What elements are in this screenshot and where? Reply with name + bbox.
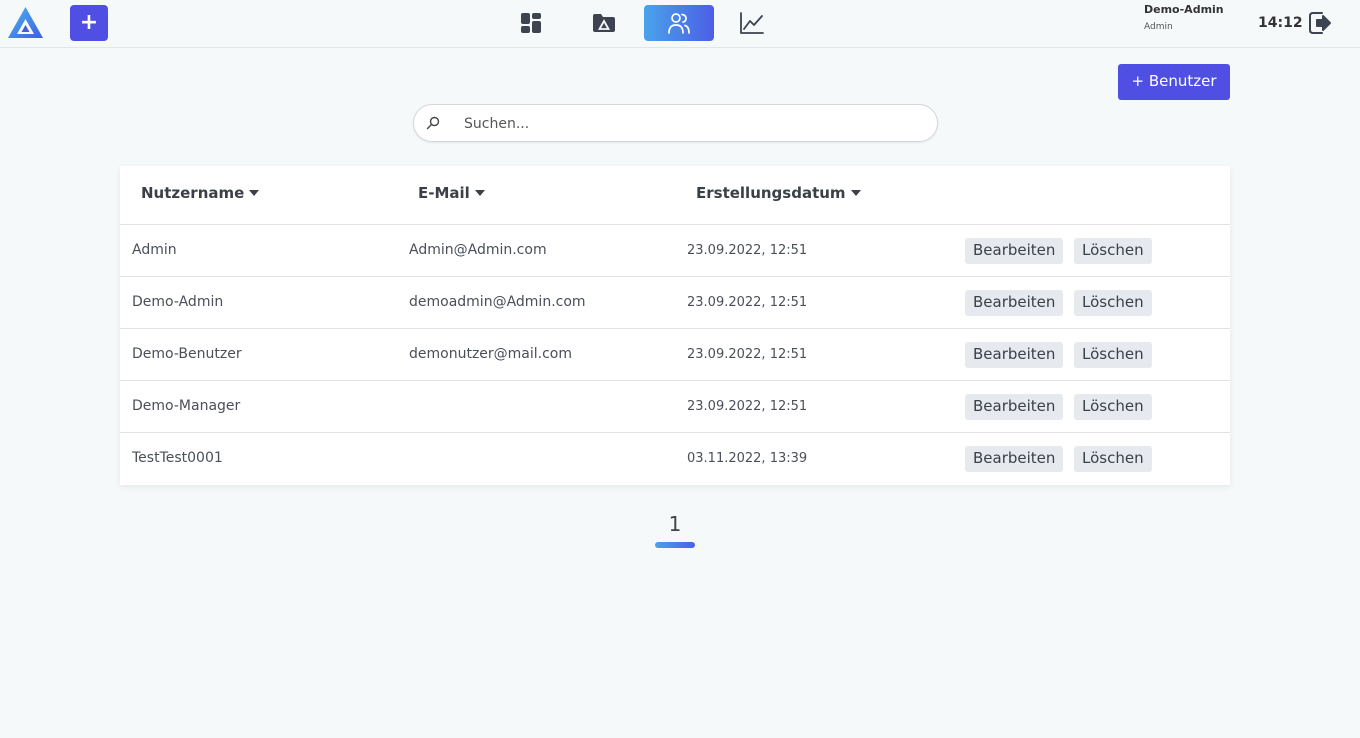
table-row: Demo-Manager 23.09.2022, 12:51 Bearbeite…	[120, 381, 1230, 433]
sort-caret-icon	[850, 190, 861, 196]
sort-caret-icon	[474, 190, 485, 196]
sort-caret-icon	[249, 190, 260, 196]
edit-button[interactable]: Bearbeiten	[965, 342, 1064, 368]
user-info: Demo-Admin Admin	[1144, 3, 1224, 32]
created-cell: 23.09.2022, 12:51	[687, 399, 808, 414]
username-cell: Demo-Manager	[132, 398, 241, 414]
edit-button[interactable]: Bearbeiten	[965, 290, 1064, 316]
search-box	[413, 104, 938, 142]
column-label: E-Mail	[418, 184, 470, 202]
clock: 14:12	[1258, 15, 1303, 31]
delete-button[interactable]: Löschen	[1074, 446, 1152, 472]
table-header: Nutzername E-Mail Erstellungsdatum	[120, 166, 1230, 225]
new-user-button[interactable]: + Benutzer	[1118, 64, 1230, 100]
user-role: Admin	[1144, 22, 1173, 32]
logout-icon[interactable]	[1308, 11, 1332, 35]
table-row: Admin Admin@Admin.com 23.09.2022, 12:51 …	[120, 225, 1230, 277]
dashboard-icon	[521, 13, 541, 33]
created-cell: 23.09.2022, 12:51	[687, 243, 808, 258]
search-input[interactable]	[462, 111, 926, 137]
table-row: TestTest0001 03.11.2022, 13:39 Bearbeite…	[120, 433, 1230, 484]
table-row: Demo-Benutzer demonutzer@mail.com 23.09.…	[120, 329, 1230, 381]
nav-projects[interactable]	[569, 5, 639, 41]
users-table: Nutzername E-Mail Erstellungsdatum Admin…	[120, 166, 1230, 485]
edit-button[interactable]: Bearbeiten	[965, 238, 1064, 264]
page-number-current[interactable]: 1	[655, 512, 695, 536]
user-name: Demo-Admin	[1144, 3, 1224, 16]
chart-icon	[740, 12, 764, 34]
folder-icon	[593, 14, 615, 32]
email-cell: demoadmin@Admin.com	[409, 294, 586, 310]
users-icon	[668, 13, 690, 34]
nav-dashboard[interactable]	[496, 5, 566, 41]
table-row: Demo-Admin demoadmin@Admin.com 23.09.202…	[120, 277, 1230, 329]
column-header-username[interactable]: Nutzername	[141, 184, 260, 202]
active-page-indicator	[655, 542, 695, 548]
delete-button[interactable]: Löschen	[1074, 238, 1152, 264]
search-icon	[426, 116, 440, 130]
created-cell: 03.11.2022, 13:39	[687, 451, 808, 466]
edit-button[interactable]: Bearbeiten	[965, 446, 1064, 472]
username-cell: Admin	[132, 242, 177, 258]
edit-button[interactable]: Bearbeiten	[965, 394, 1064, 420]
delete-button[interactable]: Löschen	[1074, 290, 1152, 316]
username-cell: TestTest0001	[132, 450, 223, 466]
app-logo-icon[interactable]	[7, 6, 44, 39]
column-header-created[interactable]: Erstellungsdatum	[696, 184, 861, 202]
nav-statistics[interactable]	[717, 5, 787, 41]
nav-users[interactable]	[644, 5, 714, 41]
email-cell: demonutzer@mail.com	[409, 346, 573, 362]
pagination: 1	[655, 512, 695, 548]
delete-button[interactable]: Löschen	[1074, 342, 1152, 368]
column-label: Erstellungsdatum	[696, 184, 846, 202]
column-label: Nutzername	[141, 184, 245, 202]
username-cell: Demo-Admin	[132, 294, 224, 310]
email-cell: Admin@Admin.com	[409, 242, 547, 258]
add-button[interactable]: +	[70, 5, 108, 41]
created-cell: 23.09.2022, 12:51	[687, 295, 808, 310]
delete-button[interactable]: Löschen	[1074, 394, 1152, 420]
created-cell: 23.09.2022, 12:51	[687, 347, 808, 362]
column-header-email[interactable]: E-Mail	[418, 184, 485, 202]
top-bar: + Demo-Admin Admin 14:12	[0, 0, 1360, 48]
username-cell: Demo-Benutzer	[132, 346, 242, 362]
